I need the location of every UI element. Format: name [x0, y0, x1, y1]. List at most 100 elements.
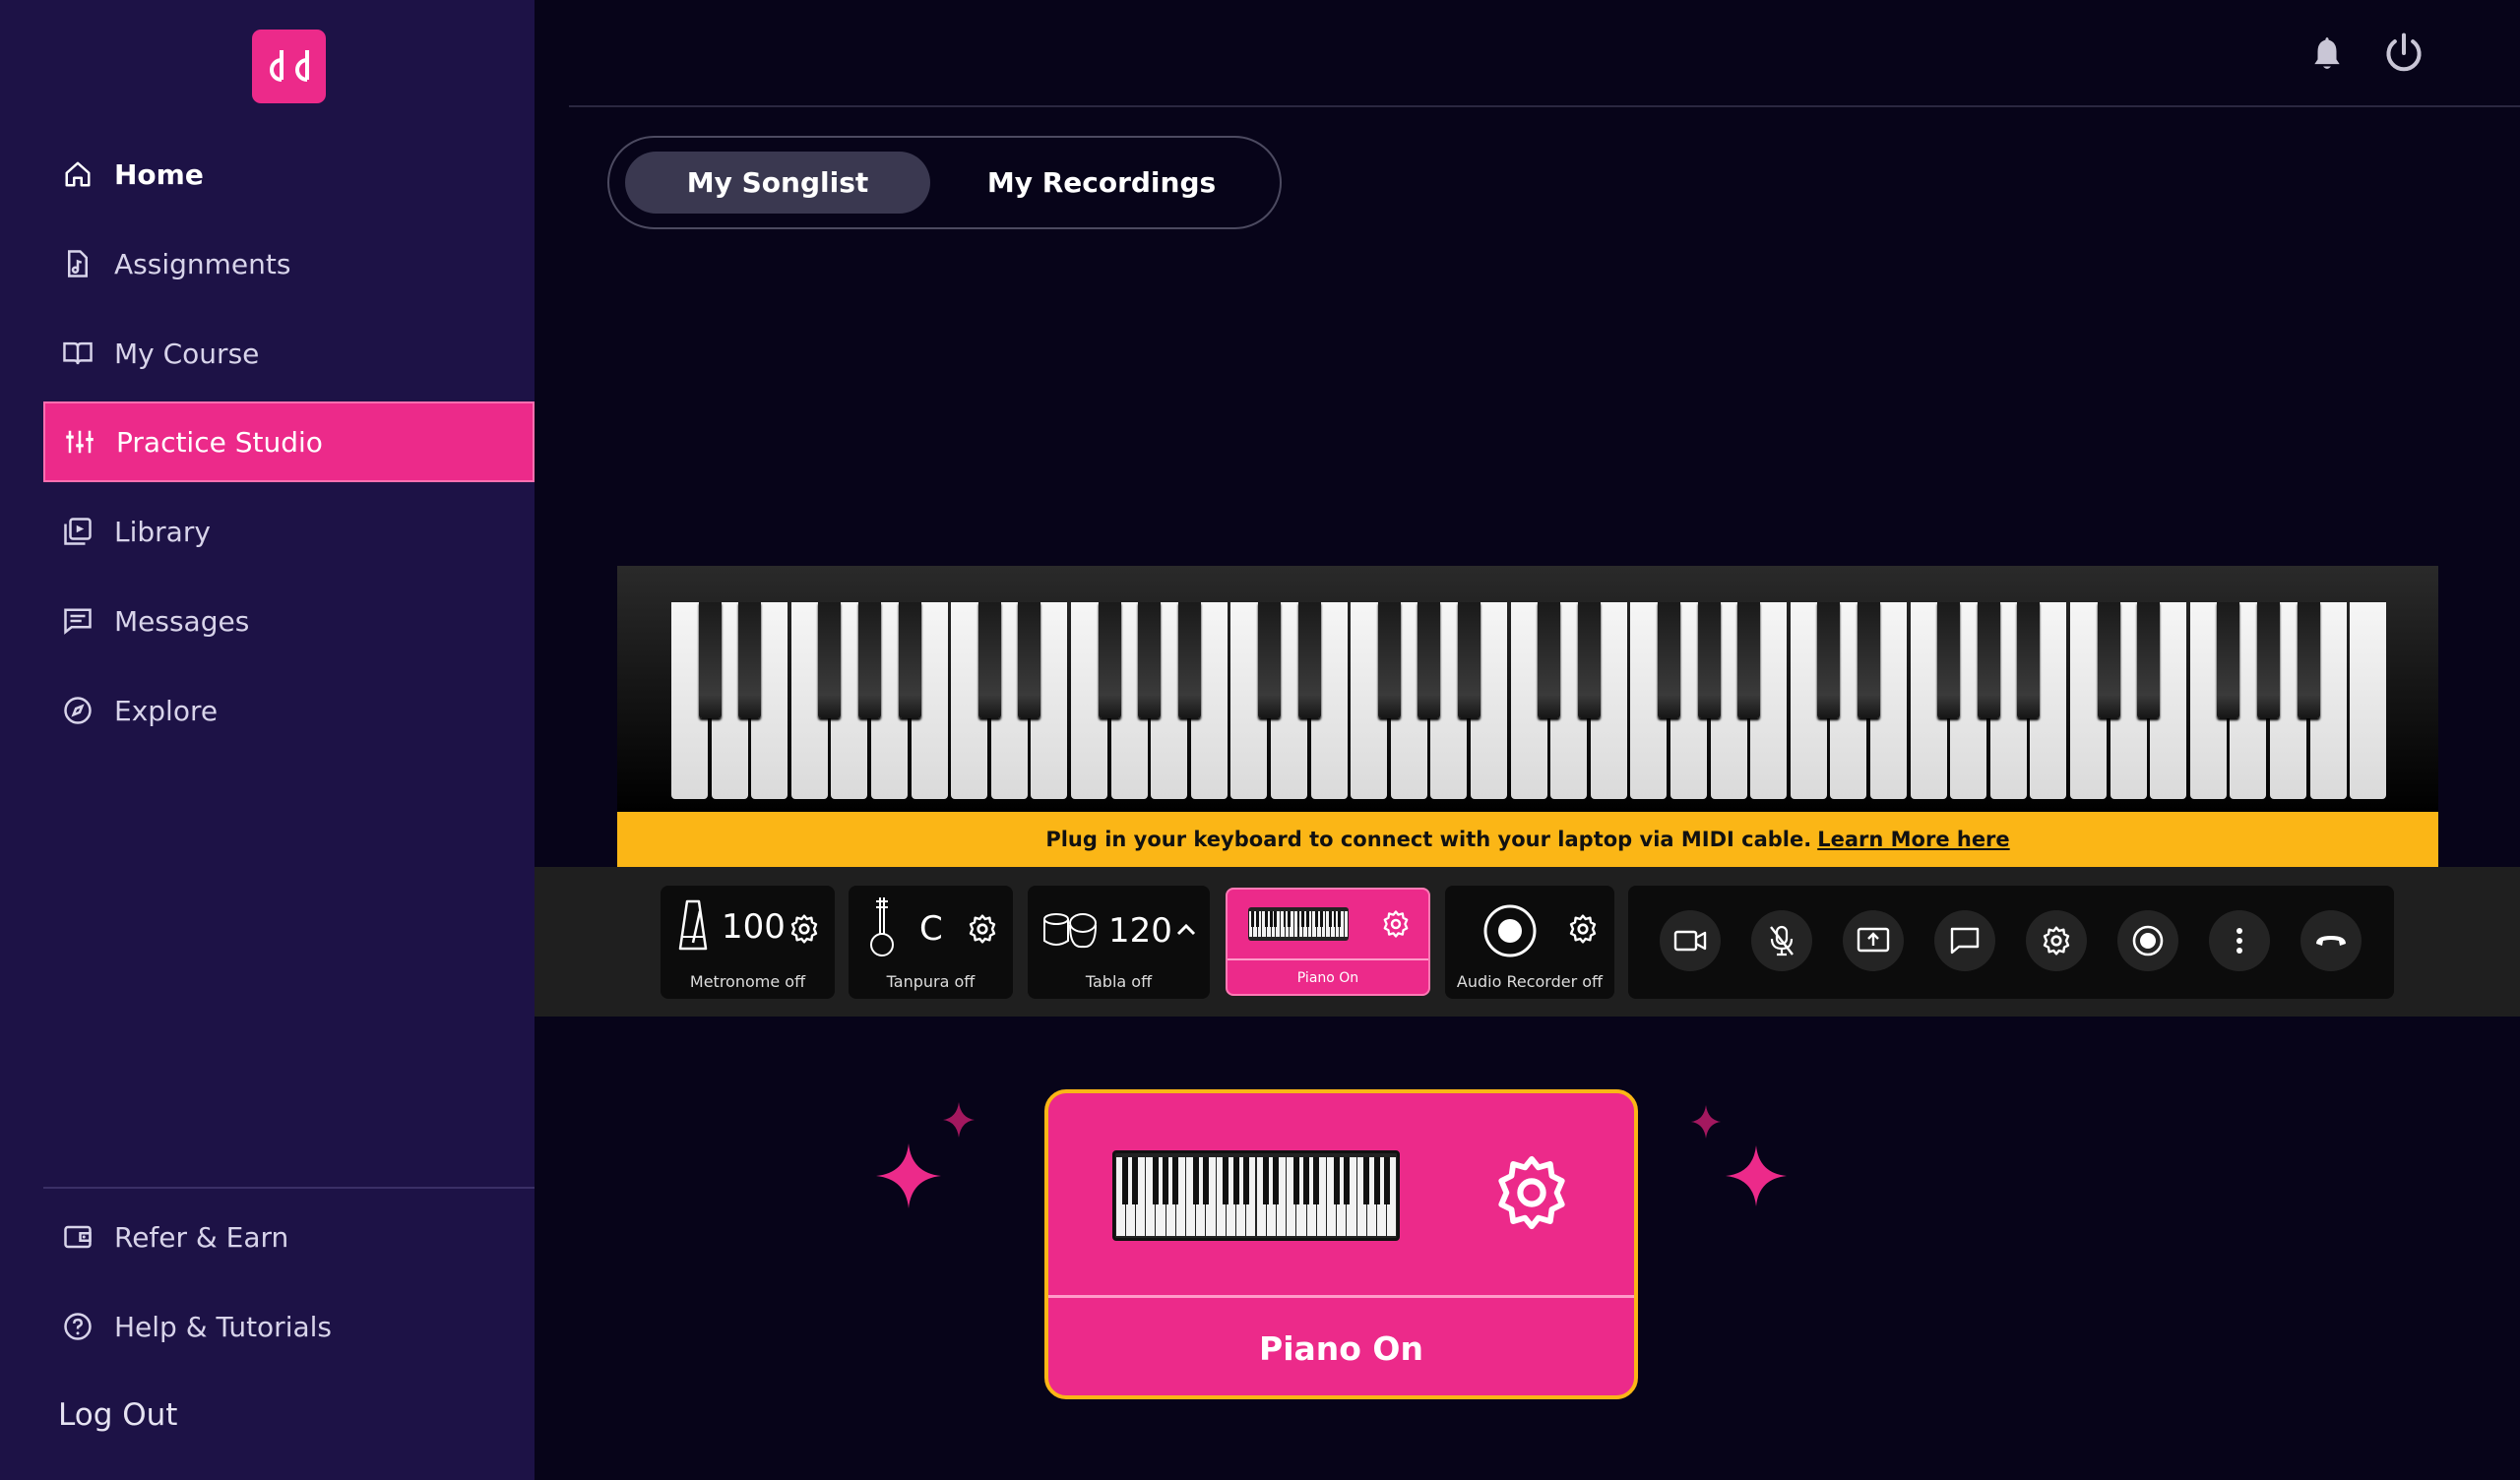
- recorder-settings-icon[interactable]: [1567, 913, 1599, 945]
- black-key[interactable]: [1177, 602, 1201, 718]
- tanpura-key: C: [919, 909, 943, 949]
- sidebar-item-library[interactable]: Library: [43, 491, 535, 572]
- black-key[interactable]: [818, 602, 842, 718]
- mini-black-key: [1305, 911, 1309, 927]
- sidebar-item-my-course[interactable]: My Course: [43, 313, 535, 394]
- metronome-tool[interactable]: 100 Metronome off: [661, 886, 835, 999]
- black-key[interactable]: [2257, 602, 2280, 718]
- black-key[interactable]: [2297, 602, 2320, 718]
- mini-black-key: [1132, 1157, 1139, 1204]
- sidebar-item-explore[interactable]: Explore: [43, 670, 535, 751]
- sidebar-item-assignments[interactable]: Assignments: [43, 223, 535, 304]
- white-key[interactable]: [2350, 602, 2387, 799]
- mini-black-key: [1232, 1157, 1239, 1204]
- screen-share-button[interactable]: [1843, 910, 1904, 971]
- sidebar-item-label: Library: [114, 515, 211, 548]
- end-call-button[interactable]: [2300, 910, 2362, 971]
- black-key[interactable]: [1817, 602, 1841, 718]
- tab-my-songlist[interactable]: My Songlist: [625, 152, 930, 214]
- screen-share-icon: [1857, 927, 1890, 953]
- mini-black-key: [1315, 911, 1318, 927]
- black-key[interactable]: [698, 602, 722, 718]
- mute-button[interactable]: [1751, 910, 1812, 971]
- tabla-label: Tabla off: [1085, 972, 1153, 991]
- mini-black-key: [1343, 1157, 1350, 1204]
- black-key[interactable]: [858, 602, 881, 718]
- tab-my-recordings[interactable]: My Recordings: [949, 152, 1254, 214]
- black-key[interactable]: [1977, 602, 2000, 718]
- mic-off-icon: [1770, 925, 1794, 956]
- black-key[interactable]: [1658, 602, 1680, 718]
- black-key[interactable]: [1737, 602, 1761, 718]
- black-key[interactable]: [1258, 602, 1281, 718]
- logout-link[interactable]: Log Out: [58, 1397, 177, 1433]
- mini-black-key: [1303, 1157, 1310, 1204]
- black-key[interactable]: [1138, 602, 1162, 718]
- audio-recorder-tool[interactable]: Audio Recorder off: [1445, 886, 1614, 999]
- mini-black-key: [1251, 911, 1255, 927]
- video-camera-button[interactable]: [1660, 910, 1721, 971]
- black-key[interactable]: [1858, 602, 1880, 718]
- metronome-label: Metronome off: [689, 972, 806, 991]
- piano-tool[interactable]: Piano On: [1226, 888, 1430, 996]
- sidebar-item-home[interactable]: Home: [43, 134, 535, 215]
- black-key[interactable]: [1418, 602, 1441, 718]
- bell-icon[interactable]: [2301, 28, 2353, 79]
- black-key[interactable]: [2137, 602, 2161, 718]
- mini-black-key: [1223, 1157, 1229, 1204]
- sidebar-item-label: Help & Tutorials: [114, 1310, 332, 1343]
- piano-keyboard[interactable]: [617, 566, 2438, 812]
- metronome-settings-icon[interactable]: [788, 913, 820, 945]
- midi-banner: Plug in your keyboard to connect with yo…: [617, 812, 2438, 867]
- sidebar-item-practice-studio[interactable]: Practice Studio: [43, 401, 535, 482]
- sparkle-small-icon: [1690, 1105, 1722, 1139]
- black-key[interactable]: [977, 602, 1001, 718]
- mini-black-key: [1319, 911, 1323, 927]
- tanpura-settings-icon[interactable]: [967, 913, 998, 945]
- audio-recorder-label: Audio Recorder off: [1456, 972, 1604, 991]
- black-key[interactable]: [738, 602, 762, 718]
- black-key[interactable]: [1377, 602, 1401, 718]
- settings-button[interactable]: [2026, 910, 2087, 971]
- chevron-up-icon[interactable]: [1175, 921, 1197, 937]
- black-key[interactable]: [898, 602, 921, 718]
- piano-on-label: Piano On: [1259, 1329, 1423, 1368]
- black-key[interactable]: [1697, 602, 1721, 718]
- app-logo[interactable]: [252, 30, 326, 103]
- piano-settings-icon[interactable]: [1381, 909, 1411, 939]
- record-button[interactable]: [2117, 910, 2178, 971]
- learn-more-link[interactable]: Learn More here: [1817, 828, 2009, 851]
- power-icon[interactable]: [2378, 28, 2429, 79]
- tabla-bpm: 120: [1108, 911, 1172, 951]
- sidebar-item-label: Practice Studio: [116, 425, 323, 459]
- piano-on-card[interactable]: Piano On: [1044, 1089, 1638, 1399]
- tanpura-tool[interactable]: C Tanpura off: [849, 886, 1013, 999]
- piano-keys-icon: [1112, 1150, 1400, 1241]
- black-key[interactable]: [2017, 602, 2041, 718]
- mini-black-key: [1265, 911, 1268, 927]
- sidebar-item-refer-earn[interactable]: Refer & Earn: [43, 1197, 535, 1277]
- end-call-icon: [2316, 936, 2346, 946]
- mini-black-key: [1373, 1157, 1380, 1204]
- black-key[interactable]: [2097, 602, 2120, 718]
- black-key[interactable]: [1098, 602, 1121, 718]
- sidebar-item-messages[interactable]: Messages: [43, 581, 535, 661]
- card-divider: [1048, 1295, 1634, 1298]
- black-key[interactable]: [1937, 602, 1961, 718]
- tabla-tool[interactable]: 120 Tabla off: [1028, 886, 1210, 999]
- black-key[interactable]: [1577, 602, 1601, 718]
- chat-button[interactable]: [1934, 910, 1995, 971]
- black-key[interactable]: [1297, 602, 1321, 718]
- sidebar-item-help[interactable]: Help & Tutorials: [43, 1286, 535, 1367]
- sidebar-item-label: Messages: [114, 604, 250, 638]
- piano-card-settings-icon[interactable]: [1491, 1152, 1572, 1233]
- black-key[interactable]: [1538, 602, 1561, 718]
- black-key[interactable]: [1018, 602, 1041, 718]
- help-icon: [61, 1310, 94, 1343]
- black-key[interactable]: [2217, 602, 2240, 718]
- settings-icon: [2043, 926, 2070, 956]
- black-key[interactable]: [1458, 602, 1480, 718]
- more-options-button[interactable]: [2209, 910, 2270, 971]
- mini-black-key: [1172, 1157, 1179, 1204]
- mini-black-key: [1274, 911, 1278, 927]
